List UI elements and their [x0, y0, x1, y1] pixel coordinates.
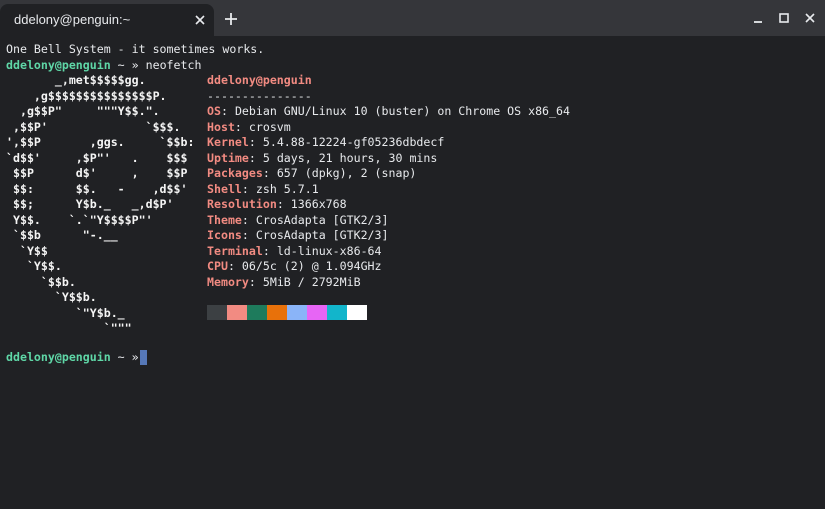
prompt-line-1: ddelony@penguin ~ » neofetch [6, 58, 201, 74]
info-key: Terminal [207, 243, 263, 258]
ascii-logo-line: `d$$' ,$P"' . $$$ [6, 150, 188, 165]
info-key: CPU [207, 259, 228, 273]
terminal-area[interactable]: One Bell System - it sometimes works. dd… [6, 41, 821, 501]
info-key: Memory [207, 274, 249, 289]
ascii-logo-line: _,met$$$$$gg. [6, 73, 146, 87]
ascii-logo-line: ,g$$P" """Y$$.". [6, 104, 160, 118]
ascii-logo-line: `"Y$b._ [6, 305, 125, 320]
info-key: Theme [207, 212, 242, 227]
palette-swatch [327, 305, 347, 320]
info-value: 5MiB / 2792MiB [262, 274, 361, 289]
ascii-logo-line: ,$$P' `$$$. [6, 119, 181, 134]
info-key: Host [207, 119, 235, 134]
info-value: CrosAdapta [GTK2/3] [255, 228, 389, 242]
info-row: OS: Debian GNU/Linux 10 (buster) on Chro… [207, 104, 570, 118]
palette-swatch [307, 305, 327, 320]
terminal-tab[interactable]: ddelony@penguin:~ [0, 4, 214, 36]
info-row: Uptime: 5 days, 21 hours, 30 mins [207, 150, 438, 165]
maximize-icon[interactable] [776, 10, 792, 26]
new-tab-icon[interactable] [222, 10, 240, 28]
info-row: Host: crosvm [207, 119, 291, 134]
ascii-logo-line: `Y$$. [6, 259, 62, 273]
info-value: CrosAdapta [GTK2/3] [255, 212, 389, 227]
info-row: Terminal: ld-linux-x86-64 [207, 243, 382, 258]
ascii-logo-line: $$: $$. - ,d$$' [6, 181, 188, 196]
ascii-logo-line: $$P d$' , $$P [6, 166, 188, 180]
info-value: 1366x768 [290, 197, 347, 211]
info-row: Kernel: 5.4.88-12224-gf05236dbdecf [207, 135, 445, 149]
prompt-suffix: ~ » [110, 57, 146, 72]
ascii-logo-line: $$; Y$b._ _,d$P' [6, 197, 174, 211]
prompt-user: ddelony@penguin [6, 350, 111, 364]
info-row: Shell: zsh 5.7.1 [207, 181, 319, 196]
info-row: Packages: 657 (dpkg), 2 (snap) [207, 166, 417, 180]
minimize-icon[interactable] [750, 10, 766, 26]
palette-swatch [247, 305, 267, 320]
info-key: Kernel [207, 135, 249, 149]
info-row: Memory: 5MiB / 2792MiB [207, 274, 361, 289]
info-key: Resolution [207, 197, 277, 211]
command-text: neofetch [145, 57, 202, 72]
close-window-icon[interactable] [802, 10, 818, 26]
palette-swatch [267, 305, 287, 320]
ascii-logo-line: `Y$$ [6, 243, 48, 258]
info-row: Icons: CrosAdapta [GTK2/3] [207, 228, 389, 242]
info-row: Theme: CrosAdapta [GTK2/3] [207, 212, 389, 227]
info-header: ddelony@penguin [207, 73, 312, 87]
ascii-logo-line: `Y$$b. [6, 290, 97, 304]
palette-swatch [287, 305, 307, 320]
info-value: 5.4.88-12224-gf05236dbdecf [262, 135, 445, 149]
ascii-logo-line: `$$b "-.__ [6, 228, 118, 242]
info-row: Resolution: 1366x768 [207, 197, 347, 211]
info-separator: --------------- [207, 88, 312, 103]
info-value: ld-linux-x86-64 [276, 243, 382, 258]
info-key: Packages [207, 166, 263, 180]
info-value: crosvm [248, 119, 291, 134]
close-tab-icon[interactable] [192, 12, 208, 28]
prompt-line-2: ddelony@penguin ~ » [6, 350, 146, 366]
ascii-logo-line: `""" [6, 321, 132, 335]
tab-title: ddelony@penguin:~ [14, 12, 131, 27]
info-row: CPU: 06/5c (2) @ 1.094GHz [207, 259, 382, 273]
info-key: Icons [207, 228, 242, 242]
info-key: OS [207, 104, 221, 118]
ascii-logo-line: Y$$. `.`"Y$$$$P"' [6, 212, 153, 227]
prompt-user: ddelony@penguin [6, 57, 111, 72]
info-value: Debian GNU/Linux 10 (buster) on Chrome O… [234, 104, 570, 118]
info-value: 06/5c (2) @ 1.094GHz [241, 259, 382, 273]
info-key: Uptime [207, 150, 249, 165]
palette-swatch [227, 305, 247, 320]
title-bar: ddelony@penguin:~ [0, 0, 825, 36]
info-value: zsh 5.7.1 [255, 181, 319, 196]
info-value: 657 (dpkg), 2 (snap) [276, 166, 417, 180]
info-key: Shell [207, 181, 242, 196]
palette-swatch [347, 305, 367, 320]
text-cursor [140, 350, 147, 365]
ascii-logo-line: ',$$P ,ggs. `$$b: [6, 135, 195, 149]
motd-line: One Bell System - it sometimes works. [6, 42, 265, 56]
palette-swatch [207, 305, 227, 320]
ascii-logo-line: `$$b. [6, 274, 76, 289]
ascii-logo-line: ,g$$$$$$$$$$$$$$$P. [6, 88, 167, 103]
info-value: 5 days, 21 hours, 30 mins [262, 150, 438, 165]
